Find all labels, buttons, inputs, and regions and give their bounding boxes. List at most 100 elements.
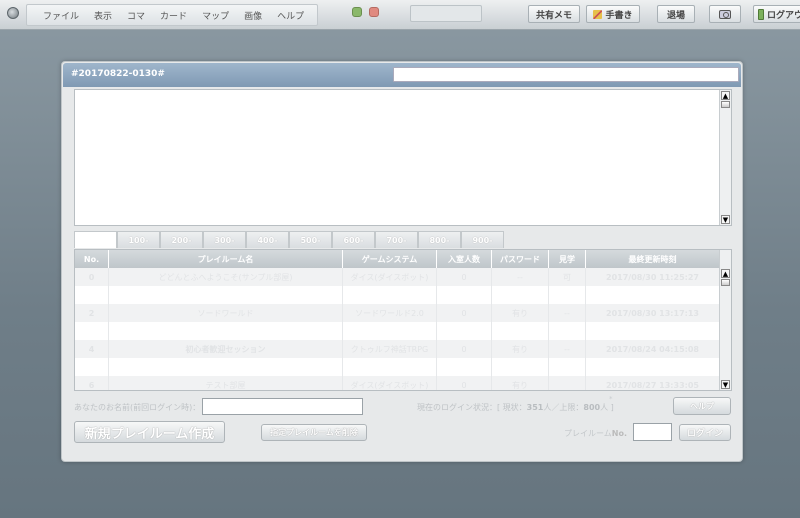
cell-no: 0 (75, 268, 109, 286)
cell-updated: 2017/08/27 13:33:05 (586, 376, 720, 390)
menu-file[interactable]: ファイル (27, 9, 79, 22)
shared-memo-button[interactable]: 共有メモ (528, 5, 580, 23)
cell-members (437, 286, 492, 304)
cell-members: 0 (437, 268, 492, 286)
login-max-count: 800 (583, 403, 601, 412)
table-row[interactable]: 6 テスト部屋 ダイス(ダイスボット) 0 有り 2017/08/27 13:3… (75, 376, 720, 390)
scroll-down-icon[interactable]: ▼ (721, 215, 730, 224)
menu-map[interactable]: マップ (187, 9, 229, 22)
cell-no (75, 286, 109, 304)
tab-0[interactable] (74, 231, 117, 248)
login-status-suffix: 人 ] (600, 403, 614, 412)
room-table: No. プレイルーム名 ゲームシステム 入室人数 パスワード 見学 最終更新時刻… (74, 249, 732, 391)
tab-600[interactable]: 600- (332, 231, 375, 248)
room-no-label-text: プレイルーム (564, 429, 612, 438)
name-input[interactable] (202, 398, 363, 415)
cell-game-system: クトゥルフ神話TRPG (343, 340, 437, 358)
table-row[interactable] (75, 322, 720, 340)
tab-700[interactable]: 700- (375, 231, 418, 248)
camera-icon (719, 9, 731, 19)
header-field[interactable] (393, 67, 739, 82)
menu-card[interactable]: カード (145, 9, 187, 22)
cell-game-system (343, 358, 437, 376)
scroll-thumb[interactable] (721, 279, 730, 286)
cell-no: 2 (75, 304, 109, 322)
info-scrollbar[interactable]: ▲ ▼ (719, 90, 731, 225)
cell-members (437, 322, 492, 340)
col-password[interactable]: パスワード (492, 250, 549, 268)
menu-piece[interactable]: コマ (112, 9, 145, 22)
scroll-thumb[interactable] (721, 101, 730, 108)
tab-200[interactable]: 200- (160, 231, 203, 248)
toolbar-field[interactable] (410, 5, 482, 22)
star-mark: * (609, 395, 613, 403)
cell-members: 0 (437, 304, 492, 322)
map-remove-icon[interactable] (369, 7, 379, 17)
scroll-up-icon[interactable]: ▲ (721, 269, 730, 278)
cell-members: 0 (437, 340, 492, 358)
logout-label: ログアウト (766, 10, 800, 21)
tab-100[interactable]: 100- (117, 231, 160, 248)
pen-icon (593, 9, 603, 19)
cell-updated (586, 286, 720, 304)
scroll-down-icon[interactable]: ▼ (721, 380, 730, 389)
room-no-input[interactable] (633, 423, 672, 441)
cell-updated (586, 322, 720, 340)
col-updated[interactable]: 最終更新時刻 (586, 250, 720, 268)
cell-members (437, 358, 492, 376)
help-button[interactable]: ヘルプ (673, 397, 731, 415)
cell-no (75, 358, 109, 376)
cell-room-name: 初心者歓迎セッション (109, 340, 343, 358)
table-row[interactable]: 4 初心者歓迎セッション クトゥルフ神話TRPG 0 有り -- 2017/08… (75, 340, 720, 358)
handwriting-label: 手書き (605, 10, 633, 21)
menu-help[interactable]: ヘルプ (262, 9, 304, 22)
cell-password (492, 286, 549, 304)
room-range-tabs: 100- 200- 300- 400- 500- 600- 700- 800- … (74, 231, 504, 249)
col-visit[interactable]: 見学 (549, 250, 586, 268)
table-row[interactable]: 2 ソードワールド ソードワールド2.0 0 有り -- 2017/08/30 … (75, 304, 720, 322)
tab-900[interactable]: 900- (461, 231, 504, 248)
cell-game-system: ダイス(ダイスボット) (343, 376, 437, 390)
table-scrollbar[interactable]: ▲ ▼ (719, 250, 731, 390)
cell-visit (549, 358, 586, 376)
app-icon[interactable] (7, 7, 19, 19)
delete-room-button[interactable]: 指定プレイルームを削除 (261, 424, 367, 441)
cell-updated: 2017/08/30 13:17:13 (586, 304, 720, 322)
cell-visit: -- (549, 340, 586, 358)
login-current-count: 351 (526, 403, 544, 412)
logout-button[interactable]: ログアウト (753, 5, 800, 23)
cell-game-system (343, 286, 437, 304)
table-row[interactable] (75, 286, 720, 304)
tab-800[interactable]: 800- (418, 231, 461, 248)
map-add-icon[interactable] (352, 7, 362, 17)
table-row[interactable]: 0 どどんとふへようこそ(サンプル部屋) ダイス(ダイスボット) 0 -- 可 … (75, 268, 720, 286)
menu-view[interactable]: 表示 (79, 9, 112, 22)
info-text-area[interactable]: ▲ ▼ (74, 89, 732, 226)
scroll-up-icon[interactable]: ▲ (721, 91, 730, 100)
login-button[interactable]: ログイン (679, 424, 731, 441)
cell-password: -- (492, 268, 549, 286)
handwriting-button[interactable]: 手書き (586, 5, 640, 23)
cell-game-system: ダイス(ダイスボット) (343, 268, 437, 286)
table-row[interactable] (75, 358, 720, 376)
new-room-button[interactable]: 新規プレイルーム作成 (74, 421, 225, 443)
cell-no (75, 322, 109, 340)
col-no[interactable]: No. (75, 250, 109, 268)
cell-no: 6 (75, 376, 109, 390)
col-game-system[interactable]: ゲームシステム (343, 250, 437, 268)
exit-button[interactable]: 退場 (657, 5, 695, 23)
cell-room-name: どどんとふへようこそ(サンプル部屋) (109, 268, 343, 286)
tab-400[interactable]: 400- (246, 231, 289, 248)
cell-password (492, 358, 549, 376)
menubar: ファイル 表示 コマ カード マップ 画像 ヘルプ 共有メモ 手書き 退場 ログ… (0, 0, 800, 30)
cell-members: 0 (437, 376, 492, 390)
cell-room-name (109, 286, 343, 304)
camera-button[interactable] (709, 5, 741, 23)
menu-image[interactable]: 画像 (229, 9, 262, 22)
tab-500[interactable]: 500- (289, 231, 332, 248)
col-room-name[interactable]: プレイルーム名 (109, 250, 343, 268)
room-no-label-suffix: No. (611, 429, 627, 438)
tab-300[interactable]: 300- (203, 231, 246, 248)
col-members[interactable]: 入室人数 (437, 250, 492, 268)
cell-password: 有り (492, 340, 549, 358)
